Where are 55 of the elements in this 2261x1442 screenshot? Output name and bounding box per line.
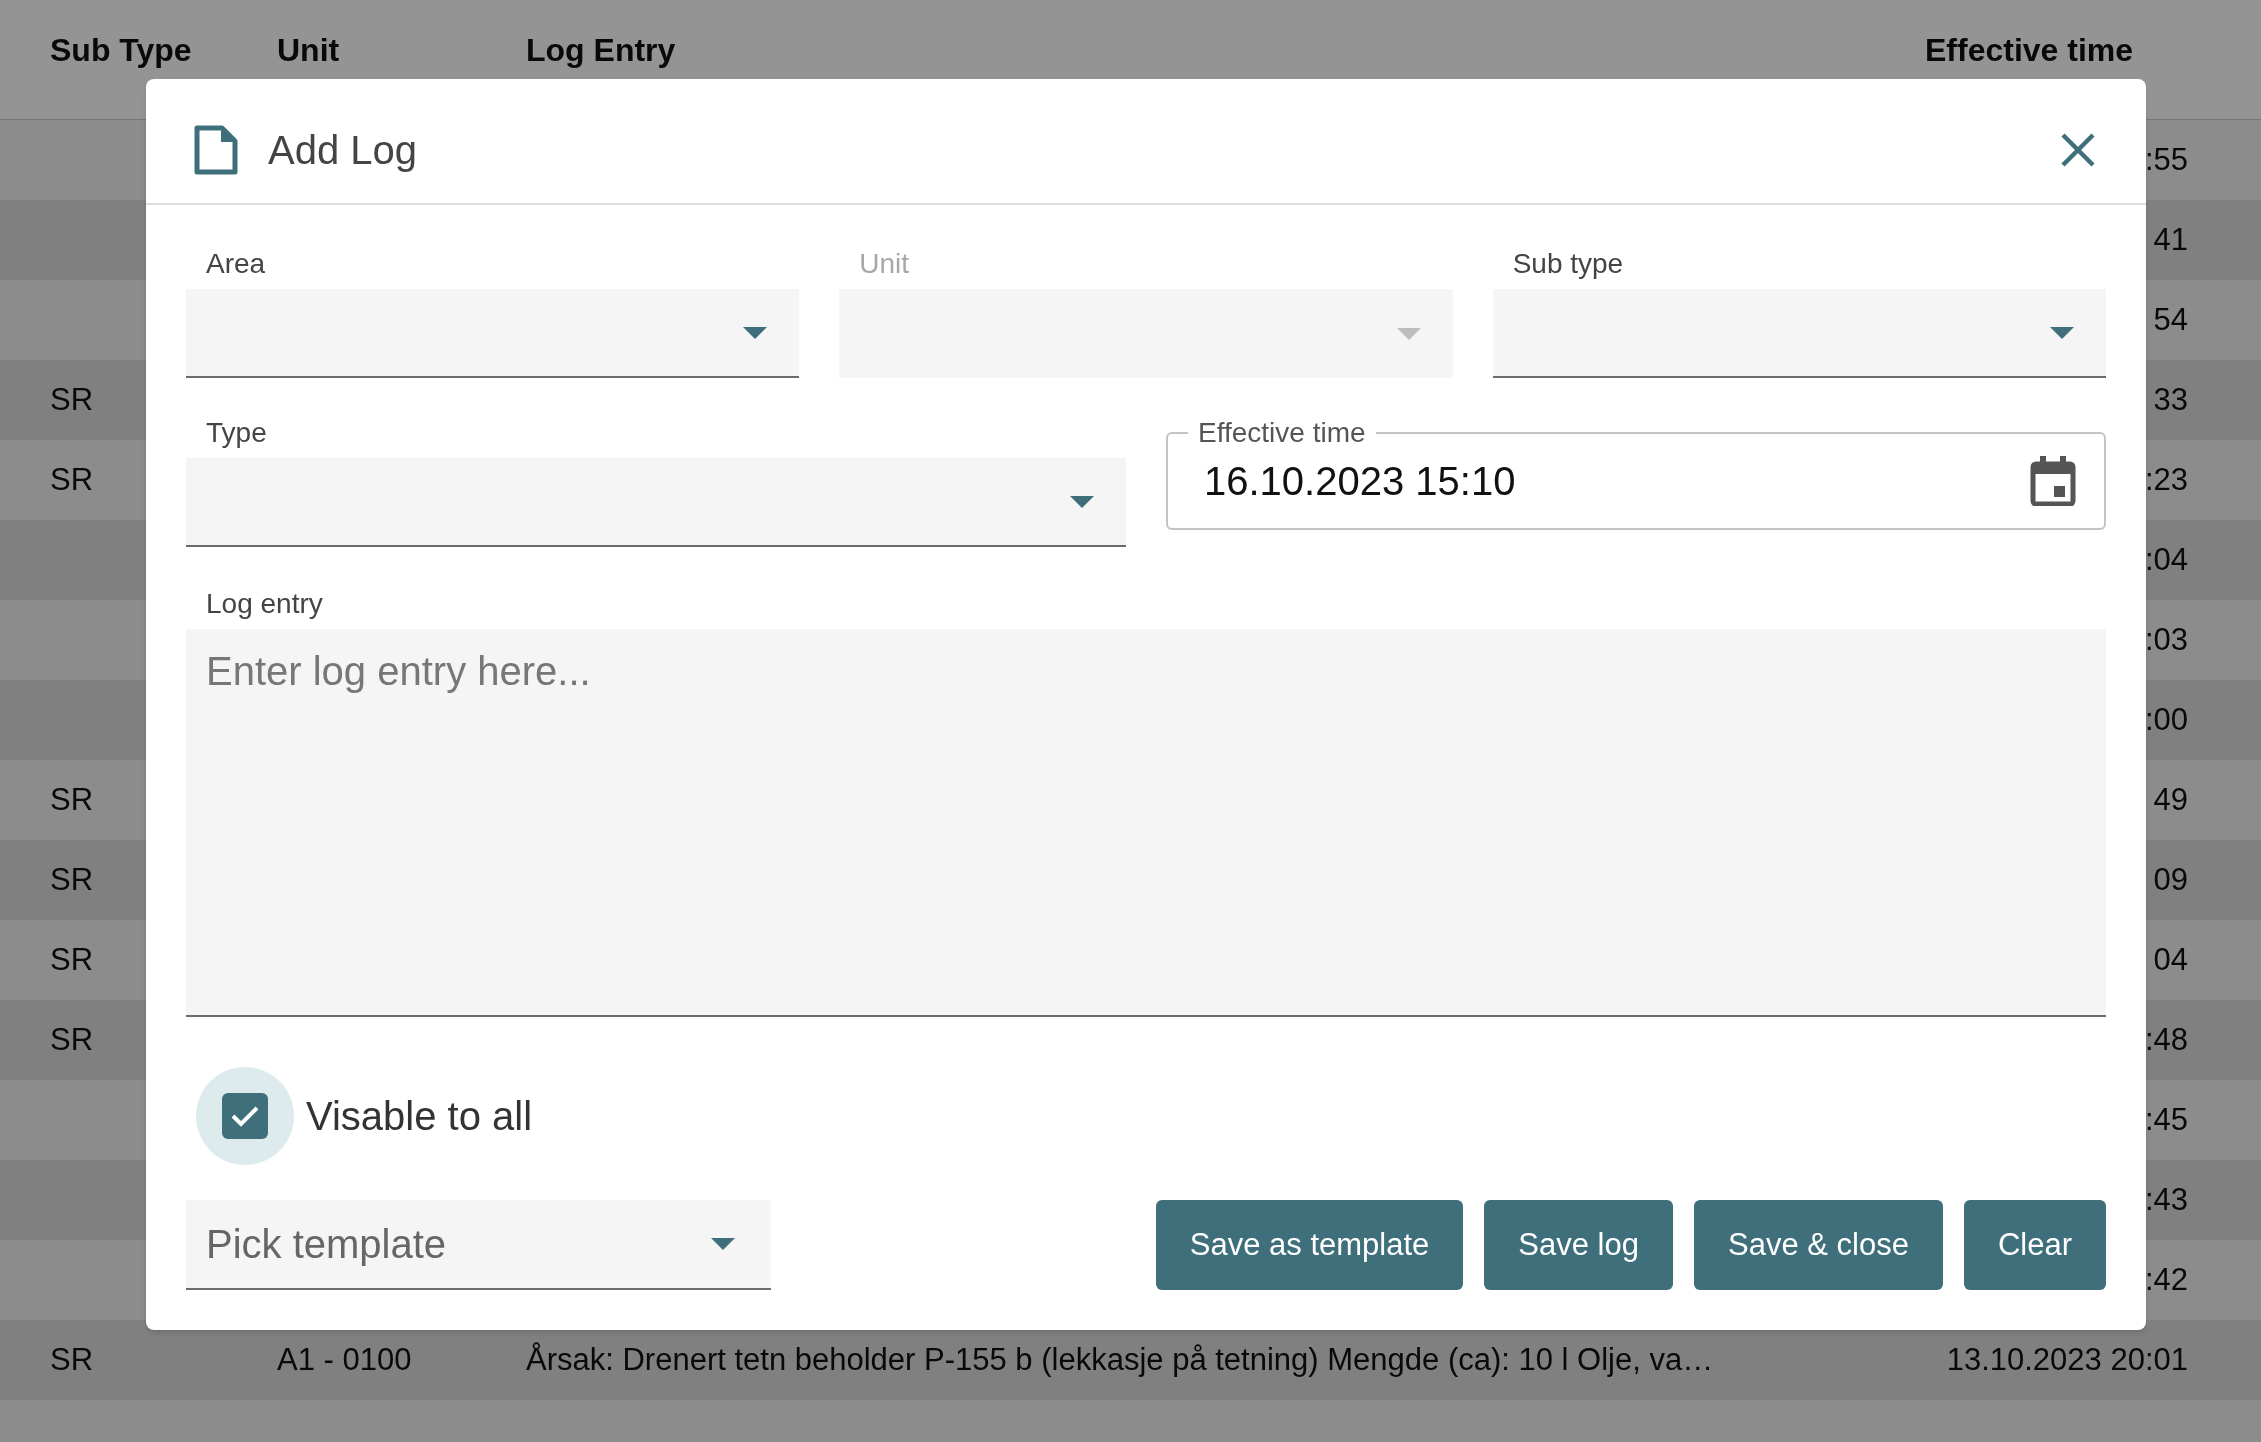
- table-cell: 33: [2153, 381, 2188, 417]
- action-button[interactable]: Clear: [1963, 1200, 2106, 1290]
- field-value: 16.10.2023 15:10: [1204, 458, 1516, 505]
- table-cell: 04: [2153, 941, 2188, 977]
- column-header: Effective time: [1925, 32, 2134, 68]
- table-cell: :42: [2144, 1261, 2188, 1297]
- action-button[interactable]: Save & close: [1693, 1200, 1943, 1290]
- checkbox-label: Visable to all: [306, 1093, 533, 1140]
- dialog-title: Add Log: [268, 127, 418, 174]
- table-cell: :55: [2144, 141, 2188, 177]
- table-cell: :43: [2144, 1181, 2188, 1217]
- column-header: Sub Type: [50, 32, 192, 68]
- caret-icon: [743, 326, 768, 339]
- document-icon: [194, 125, 238, 175]
- table-cell: :04: [2144, 541, 2188, 577]
- table-cell: Årsak: Drenert tetn beholder P-155 b (lekkasje på tetning) Mengde (ca): 10 l Olje, va…: [526, 1341, 1714, 1377]
- table-cell: SR: [50, 781, 94, 817]
- dropdown-field[interactable]: [186, 458, 1126, 547]
- table-cell: :48: [2144, 1021, 2188, 1057]
- check-icon: [230, 1104, 260, 1128]
- action-button[interactable]: Save log: [1484, 1200, 1673, 1290]
- table-cell: 41: [2153, 221, 2188, 257]
- table-cell: 09: [2153, 861, 2188, 897]
- table-cell: SR: [50, 941, 94, 977]
- field-label: Sub type: [1511, 247, 1625, 281]
- caret-icon: [711, 1238, 735, 1250]
- table-cell: SR: [50, 861, 94, 897]
- table-cell: SR: [50, 381, 94, 417]
- table-cell: :45: [2144, 1101, 2188, 1137]
- close-icon[interactable]: [2060, 132, 2096, 168]
- field-label: Type: [205, 416, 268, 450]
- table-cell: A1 - 0100: [277, 1341, 412, 1377]
- field-label: Log entry: [205, 587, 324, 621]
- table-cell: :00: [2144, 701, 2188, 737]
- dropdown-field[interactable]: [1492, 289, 2106, 378]
- column-header: Unit: [277, 32, 340, 68]
- table-cell: 49: [2153, 781, 2188, 817]
- table-cell: SR: [50, 1341, 94, 1377]
- field-label: Area: [205, 247, 267, 281]
- action-button[interactable]: Save as template: [1155, 1200, 1464, 1290]
- calendar-icon[interactable]: [2030, 456, 2076, 506]
- table-cell: 54: [2153, 301, 2188, 337]
- caret-icon: [2050, 326, 2074, 339]
- table-cell: :23: [2144, 461, 2188, 497]
- caret-icon: [1070, 495, 1094, 508]
- dropdown-field[interactable]: [186, 289, 800, 378]
- template-dropdown[interactable]: Pick template: [186, 1200, 771, 1290]
- table-cell: 13.10.2023 20:01: [1946, 1341, 2188, 1377]
- table-cell: SR: [50, 461, 94, 497]
- table-cell: :03: [2144, 621, 2188, 657]
- table-cell: SR: [50, 1021, 94, 1057]
- field-label: Unit: [858, 247, 911, 281]
- column-header: Log Entry: [526, 32, 676, 68]
- caret-icon: [1396, 327, 1421, 340]
- log-entry-field[interactable]: Enter log entry here...: [186, 629, 2106, 1017]
